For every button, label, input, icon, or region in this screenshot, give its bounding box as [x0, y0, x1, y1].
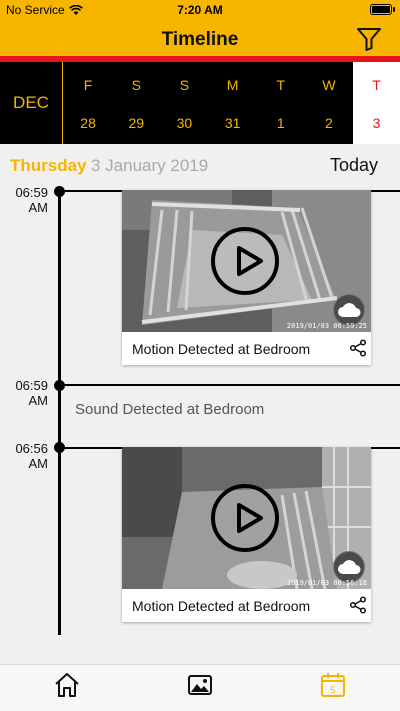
timeline-line [58, 191, 61, 635]
calendar-strip: DEC F 28 S 29 S 30 M 31 T 1 W 2 T 3 [0, 62, 400, 144]
nav-bar: Timeline [0, 20, 400, 56]
event-time-value: 06:59 [15, 378, 48, 393]
page-title: Timeline [161, 29, 239, 50]
event-caption-row: Motion Detected at Bedroom [122, 589, 371, 622]
share-icon[interactable] [349, 596, 367, 614]
calendar-badge: 5 [330, 685, 335, 695]
event-time-ampm: AM [28, 456, 49, 471]
video-timestamp: 2019/01/03 06:56:18 [286, 579, 367, 587]
date-weekday: Thursday [10, 156, 87, 175]
event-card[interactable]: 2019/01/03 06:59:25 Motion Detected at B… [122, 190, 371, 365]
day-of-week: T [372, 77, 381, 93]
tab-bar: 5 [0, 664, 400, 711]
day-number: 30 [176, 115, 193, 131]
play-icon[interactable] [211, 484, 279, 552]
video-thumbnail[interactable]: 2019/01/03 06:59:25 [122, 190, 371, 332]
status-bar: No Service 7:20 AM [0, 0, 400, 20]
sound-event-label[interactable]: Sound Detected at Bedroom [75, 401, 264, 418]
calendar-day[interactable]: S 30 [160, 62, 208, 144]
play-icon[interactable] [211, 227, 279, 295]
battery-icon [370, 4, 395, 15]
day-number: 31 [224, 115, 241, 131]
event-time: 06:59 AM [8, 185, 48, 215]
calendar-day[interactable]: F 28 [64, 62, 112, 144]
event-time-value: 06:56 [15, 441, 48, 456]
day-of-week: M [226, 77, 239, 93]
clock: 7:20 AM [177, 3, 223, 17]
event-time: 06:59 AM [8, 378, 48, 408]
event-time-value: 06:59 [15, 185, 48, 200]
event-caption: Motion Detected at Bedroom [132, 341, 311, 357]
event-card[interactable]: 2019/01/03 06:56:18 Motion Detected at B… [122, 447, 371, 622]
day-of-week: W [322, 77, 336, 93]
calendar-days: F 28 S 29 S 30 M 31 T 1 W 2 [64, 62, 353, 144]
event-time-ampm: AM [28, 393, 49, 408]
date-header: Thursday 3 January 2019 Today [0, 144, 400, 184]
day-number: 28 [80, 115, 96, 131]
calendar-month: DEC [0, 62, 63, 144]
event-time: 06:56 AM [8, 441, 48, 471]
event-caption-row: Motion Detected at Bedroom [122, 332, 371, 365]
day-of-week: T [276, 77, 286, 93]
gallery-icon[interactable] [186, 671, 214, 699]
calendar-day[interactable]: S 29 [112, 62, 160, 144]
filter-icon[interactable] [356, 26, 382, 52]
date-full: 3 January 2019 [91, 156, 209, 175]
today-button[interactable]: Today [330, 155, 378, 176]
day-of-week: S [131, 77, 141, 93]
day-number: 2 [325, 115, 333, 131]
calendar-icon[interactable]: 5 [319, 671, 347, 699]
share-icon[interactable] [349, 339, 367, 357]
event-time-ampm: AM [28, 200, 49, 215]
video-thumbnail[interactable]: 2019/01/03 06:56:18 [122, 447, 371, 589]
timeline-connector [60, 384, 400, 386]
day-of-week: S [179, 77, 190, 93]
day-number: 1 [276, 115, 285, 131]
event-caption: Motion Detected at Bedroom [132, 598, 311, 614]
calendar-day[interactable]: W 2 [305, 62, 353, 144]
day-of-week: F [83, 77, 93, 93]
day-number: 3 [372, 115, 381, 131]
day-number: 29 [128, 115, 145, 131]
home-icon[interactable] [53, 671, 81, 699]
calendar-day[interactable]: T 1 [257, 62, 305, 144]
calendar-day-selected[interactable]: T 3 [353, 62, 400, 144]
video-timestamp: 2019/01/03 06:59:25 [286, 322, 367, 330]
calendar-day[interactable]: M 31 [209, 62, 257, 144]
